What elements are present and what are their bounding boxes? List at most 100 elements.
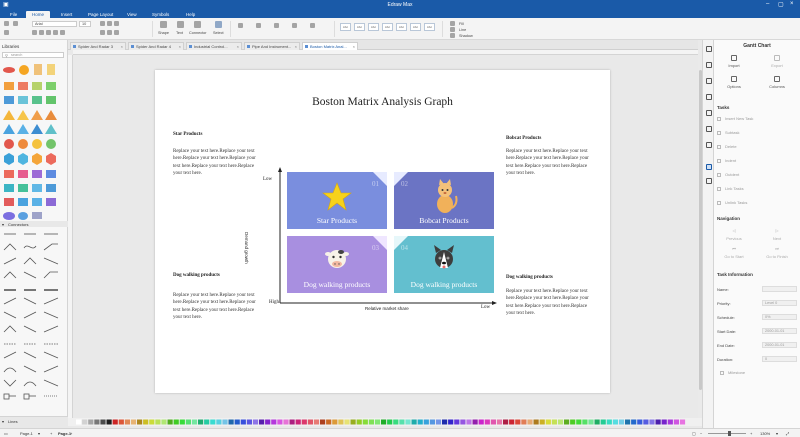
color-swatch[interactable] bbox=[277, 419, 283, 425]
color-swatch[interactable] bbox=[210, 419, 216, 425]
style-swatch[interactable]: Abc bbox=[340, 23, 351, 31]
tab-industrial-control[interactable]: Industrial Control... × bbox=[186, 42, 242, 50]
color-swatch[interactable] bbox=[655, 419, 661, 425]
color-swatch[interactable] bbox=[155, 419, 161, 425]
color-swatch[interactable] bbox=[259, 419, 265, 425]
minimize-icon[interactable]: – bbox=[766, 1, 769, 7]
shadow-label[interactable]: Shadow bbox=[459, 34, 473, 38]
align-center-icon[interactable] bbox=[107, 21, 112, 26]
color-swatch[interactable] bbox=[368, 419, 374, 425]
dog-walking-text-left[interactable]: Replace your text here.Replace your text… bbox=[173, 292, 263, 322]
import-button[interactable]: Import bbox=[719, 55, 749, 68]
tab-close-icon[interactable]: × bbox=[121, 43, 123, 50]
color-swatch[interactable] bbox=[228, 419, 234, 425]
color-swatch[interactable] bbox=[161, 419, 167, 425]
paste-icon[interactable] bbox=[13, 21, 18, 26]
data-panel-icon[interactable] bbox=[706, 126, 712, 132]
close-icon[interactable]: × bbox=[790, 1, 794, 7]
go-to-finish-button[interactable]: ⏭ Go to Finish bbox=[762, 246, 792, 259]
dog-walking-heading-left[interactable]: Dog walking products bbox=[173, 273, 220, 278]
lines-section-header[interactable]: ▾ Lines bbox=[0, 416, 68, 428]
color-swatch[interactable] bbox=[307, 419, 313, 425]
page-panel-icon[interactable] bbox=[706, 110, 712, 116]
color-swatch[interactable] bbox=[588, 419, 594, 425]
color-swatch[interactable] bbox=[539, 419, 545, 425]
tab-spider-and-radar-4[interactable]: Spider And Radar 4 × bbox=[128, 42, 184, 50]
star-products-text[interactable]: Replace your text here.Replace your text… bbox=[173, 148, 263, 178]
numbering-icon[interactable] bbox=[107, 30, 112, 35]
tab-close-icon[interactable]: × bbox=[179, 43, 181, 50]
line-panel-icon[interactable] bbox=[706, 62, 712, 68]
color-swatch[interactable] bbox=[185, 419, 191, 425]
color-swatch[interactable] bbox=[521, 419, 527, 425]
fill-label[interactable]: Fill bbox=[459, 22, 464, 26]
star-products-heading[interactable]: Star Products bbox=[173, 132, 202, 137]
color-swatch[interactable] bbox=[515, 419, 521, 425]
color-swatch[interactable] bbox=[234, 419, 240, 425]
color-swatch[interactable] bbox=[106, 419, 112, 425]
shape-tool-icon[interactable] bbox=[160, 21, 167, 28]
zoom-slider-handle[interactable] bbox=[728, 431, 731, 436]
color-swatch[interactable] bbox=[350, 419, 356, 425]
go-to-start-button[interactable]: ⏮ Go to Start bbox=[719, 246, 749, 259]
font-color-icon[interactable] bbox=[60, 30, 65, 35]
milestone-checkbox[interactable]: Milestone bbox=[720, 370, 745, 375]
style-swatch[interactable]: Abc bbox=[424, 23, 435, 31]
connectors-section-header[interactable]: ▾ Connectors bbox=[0, 221, 68, 227]
connectors-gallery[interactable] bbox=[0, 228, 68, 416]
indent-icon[interactable] bbox=[114, 30, 119, 35]
menu-symbols[interactable]: Symbols bbox=[146, 11, 175, 18]
page-nav-icon[interactable]: ▭ bbox=[4, 431, 8, 436]
font-name-select[interactable]: Arial bbox=[32, 21, 77, 27]
strikethrough-icon[interactable] bbox=[53, 30, 58, 35]
color-swatch[interactable] bbox=[576, 419, 582, 425]
color-swatch[interactable] bbox=[570, 419, 576, 425]
fullscreen-icon[interactable]: ⤢ bbox=[786, 431, 789, 436]
color-swatch[interactable] bbox=[387, 419, 393, 425]
color-swatch[interactable] bbox=[618, 419, 625, 425]
align-left-icon[interactable] bbox=[100, 21, 105, 26]
link-tasks-button[interactable]: Link Tasks bbox=[717, 186, 744, 191]
color-swatch[interactable] bbox=[356, 419, 362, 425]
style-swatch[interactable]: Abc bbox=[396, 23, 407, 31]
bobcat-products-heading[interactable]: Bobcat Products bbox=[506, 136, 541, 141]
shadow-panel-icon[interactable] bbox=[706, 78, 712, 84]
color-swatch[interactable] bbox=[198, 419, 204, 425]
start-date-field[interactable]: 2000-01-01 bbox=[762, 328, 797, 334]
color-swatch[interactable] bbox=[88, 419, 94, 425]
diagram-title[interactable]: Boston Matrix Analysis Graph bbox=[155, 96, 610, 108]
color-swatch[interactable] bbox=[399, 419, 405, 425]
color-swatch[interactable] bbox=[204, 419, 210, 425]
fill-icon[interactable] bbox=[450, 21, 455, 26]
menu-page-layout[interactable]: Page Layout bbox=[82, 11, 119, 18]
color-swatch[interactable] bbox=[320, 419, 326, 425]
quadrant-bobcat[interactable]: 02 Bobcat Products bbox=[394, 172, 494, 229]
color-swatch[interactable] bbox=[606, 419, 612, 425]
tab-pipe-and-instrument[interactable]: Pipe And Instrument... × bbox=[244, 42, 300, 50]
color-swatch[interactable] bbox=[448, 419, 454, 425]
page-select-chevron-icon[interactable]: ▾ bbox=[38, 431, 40, 436]
connector-tool-label[interactable]: Connector bbox=[189, 31, 207, 35]
menu-view[interactable]: View bbox=[121, 11, 143, 18]
zoom-level[interactable]: 130% bbox=[760, 431, 770, 436]
color-swatch[interactable] bbox=[417, 419, 423, 425]
color-swatch[interactable] bbox=[301, 419, 307, 425]
library-search-input[interactable]: ⚲ search bbox=[2, 52, 64, 58]
menu-file[interactable]: File bbox=[4, 11, 23, 18]
mindmap-panel-icon[interactable] bbox=[706, 178, 712, 184]
bold-icon[interactable] bbox=[32, 30, 37, 35]
color-swatch[interactable] bbox=[411, 419, 417, 425]
add-page-tab-icon[interactable]: + bbox=[70, 431, 72, 436]
color-swatch[interactable] bbox=[344, 419, 350, 425]
color-swatch[interactable] bbox=[503, 419, 509, 425]
indent-button[interactable]: Indent bbox=[717, 158, 736, 163]
select-tool-label[interactable]: Select bbox=[213, 31, 224, 35]
font-size-select[interactable]: 10 bbox=[79, 21, 91, 27]
color-swatch[interactable] bbox=[643, 419, 649, 425]
color-swatch[interactable] bbox=[429, 419, 435, 425]
arrange-tool-icon[interactable] bbox=[256, 23, 261, 28]
color-swatch[interactable] bbox=[326, 419, 332, 425]
text-tool-icon[interactable] bbox=[177, 21, 184, 28]
color-swatch[interactable] bbox=[143, 419, 149, 425]
color-swatch[interactable] bbox=[405, 419, 411, 425]
